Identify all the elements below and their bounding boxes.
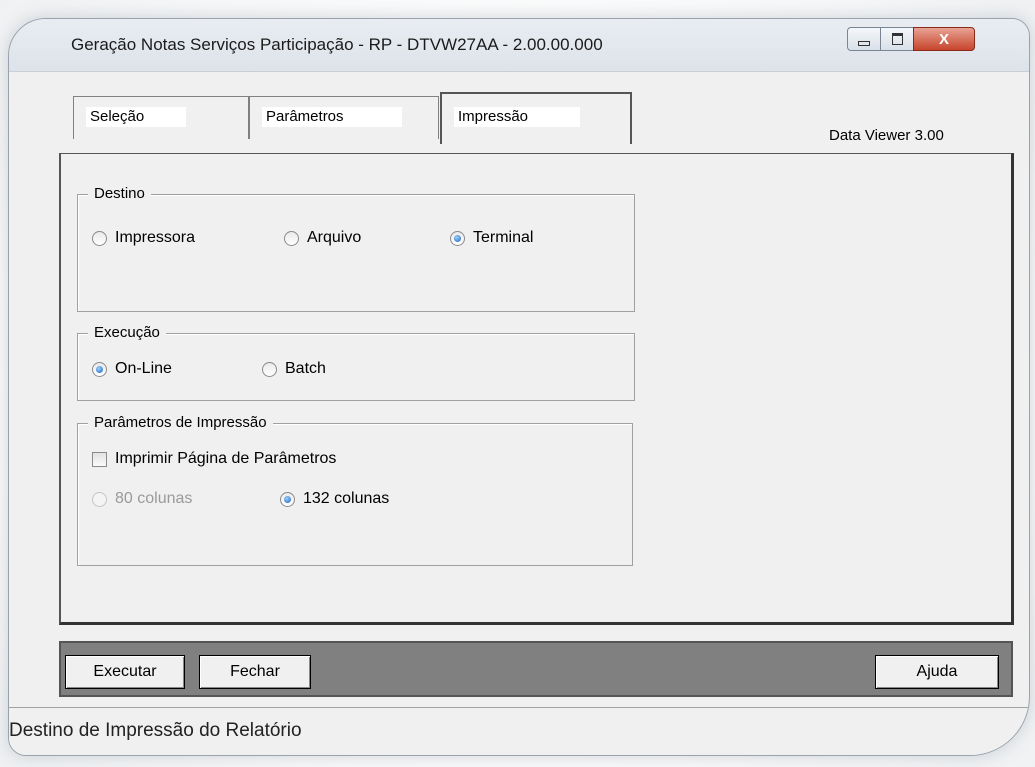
minimize-button[interactable] (847, 27, 881, 51)
tab-label: Impressão (454, 107, 580, 127)
tab-label: Parâmetros (262, 107, 402, 127)
radio-impressora[interactable]: Impressora (92, 229, 195, 247)
radio-terminal[interactable]: Terminal (450, 229, 533, 247)
title-bar[interactable]: Geração Notas Serviços Participação - RP… (9, 19, 1029, 72)
radio-132-colunas[interactable]: 132 colunas (280, 490, 389, 508)
tab-parametros[interactable]: Parâmetros (249, 96, 439, 139)
radio-button[interactable] (92, 230, 107, 246)
ajuda-button[interactable]: Ajuda (875, 655, 999, 689)
parametros-impressao-group: Parâmetros de Impressão Imprimir Página … (77, 414, 633, 566)
radio-button[interactable] (284, 230, 299, 246)
option-label: Impressora (115, 229, 196, 246)
radio-arquivo[interactable]: Arquivo (284, 229, 361, 247)
minimize-icon (858, 40, 870, 46)
radio-button[interactable] (450, 230, 465, 246)
close-icon: X (938, 30, 949, 48)
parametros-impressao-legend: Parâmetros de Impressão (88, 414, 273, 431)
checkbox[interactable] (92, 451, 107, 467)
tab-selecao[interactable]: Seleção (73, 96, 249, 139)
option-label: 132 colunas (303, 490, 390, 507)
radio-button[interactable] (92, 361, 107, 377)
radio-online[interactable]: On-Line (92, 360, 172, 378)
status-bar: Destino de Impressão do Relatório (9, 707, 1029, 755)
tab-impressao[interactable]: Impressão (440, 92, 632, 144)
destino-group: Destino Impressora Arquivo Terminal (77, 185, 635, 312)
checkbox-imprimir-pagina-parametros[interactable]: Imprimir Página de Parâmetros (92, 450, 336, 468)
radio-button[interactable] (262, 361, 277, 377)
window-title: Geração Notas Serviços Participação - RP… (71, 35, 603, 54)
destino-legend: Destino (88, 185, 151, 202)
maximize-icon (891, 33, 903, 45)
executar-button[interactable]: Executar (65, 655, 185, 689)
data-viewer-version: Data Viewer 3.00 (829, 127, 944, 144)
fechar-button[interactable]: Fechar (199, 655, 311, 689)
radio-80-colunas: 80 colunas (92, 490, 192, 508)
execucao-legend: Execução (88, 324, 166, 341)
radio-batch[interactable]: Batch (262, 360, 326, 378)
execucao-group: Execução On-Line Batch (77, 324, 635, 401)
status-text: Destino de Impressão do Relatório (9, 720, 302, 741)
option-label: Terminal (473, 229, 534, 246)
option-label: Batch (285, 360, 326, 377)
option-label: On-Line (115, 360, 172, 377)
option-label: Arquivo (307, 229, 362, 246)
radio-button[interactable] (280, 491, 295, 507)
radio-button (92, 491, 107, 507)
checkbox-label: Imprimir Página de Parâmetros (115, 450, 337, 467)
close-button[interactable]: X (913, 27, 975, 51)
tab-label: Seleção (86, 107, 186, 127)
option-label: 80 colunas (115, 490, 193, 507)
maximize-button[interactable] (880, 27, 914, 51)
dialog-window: Geração Notas Serviços Participação - RP… (8, 18, 1030, 756)
